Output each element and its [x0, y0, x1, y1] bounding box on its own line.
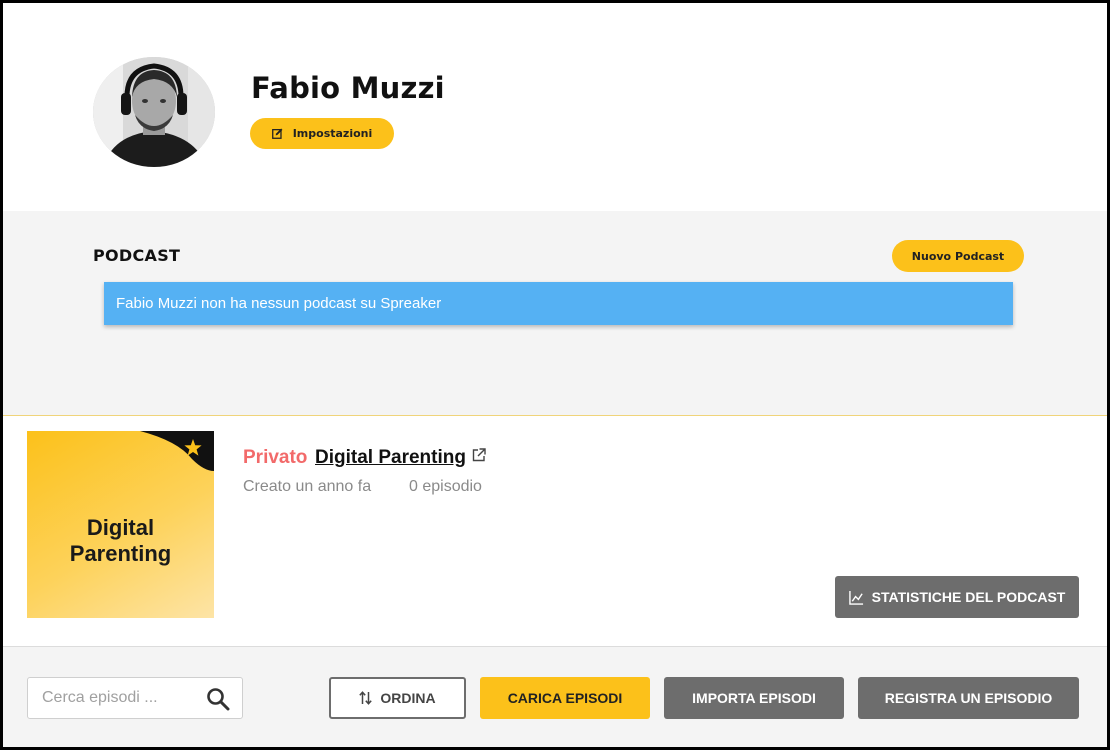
sort-icon [359, 691, 373, 705]
podcast-episode-count: 0 episodio [409, 478, 482, 495]
sort-label: ORDINA [380, 690, 436, 706]
import-episodes-button[interactable]: IMPORTA EPISODI [664, 677, 844, 719]
page-frame: Fabio Muzzi Impostazioni PODCAST Nuovo P… [3, 3, 1107, 747]
new-podcast-button[interactable]: Nuovo Podcast [892, 240, 1024, 272]
podcast-card: Digital Parenting Privato Digital Parent… [3, 417, 1107, 646]
podcast-stats-button[interactable]: STATISTICHE DEL PODCAST [835, 576, 1079, 618]
profile-header: Fabio Muzzi Impostazioni [3, 3, 1107, 211]
sort-button[interactable]: ORDINA [329, 677, 466, 719]
episodes-toolbar: ORDINA CARICA EPISODI IMPORTA EPISODI RE… [3, 646, 1107, 747]
search-input[interactable] [28, 678, 198, 718]
cover-title-line2: Parenting [69, 541, 172, 566]
profile-name: Fabio Muzzi [251, 71, 445, 105]
podcast-created: Creato un anno fa [243, 478, 372, 495]
podcast-name-link[interactable]: Digital Parenting [315, 447, 466, 469]
cover-title-line1: Digital [86, 515, 155, 540]
podcast-section: PODCAST Nuovo Podcast Fabio Muzzi non ha… [3, 211, 1107, 416]
record-episode-button[interactable]: REGISTRA UN EPISODIO [858, 677, 1079, 719]
settings-button[interactable]: Impostazioni [250, 118, 394, 149]
upload-episodes-button[interactable]: CARICA EPISODI [480, 677, 650, 719]
info-banner: Fabio Muzzi non ha nessun podcast su Spr… [104, 282, 1013, 325]
edit-icon [271, 128, 283, 139]
chart-icon [848, 590, 863, 605]
section-title: PODCAST [93, 246, 181, 265]
avatar [93, 57, 215, 167]
stats-label: STATISTICHE DEL PODCAST [871, 589, 1066, 605]
settings-label: Impostazioni [292, 127, 373, 140]
cover-title: Digital Parenting [27, 515, 214, 567]
podcast-status: Privato [243, 447, 308, 468]
podcast-cover[interactable]: Digital Parenting [27, 431, 214, 618]
cover-corner-badge [140, 431, 214, 471]
external-link-icon[interactable] [472, 448, 486, 462]
search-icon[interactable] [206, 687, 230, 711]
search-box [27, 677, 243, 719]
